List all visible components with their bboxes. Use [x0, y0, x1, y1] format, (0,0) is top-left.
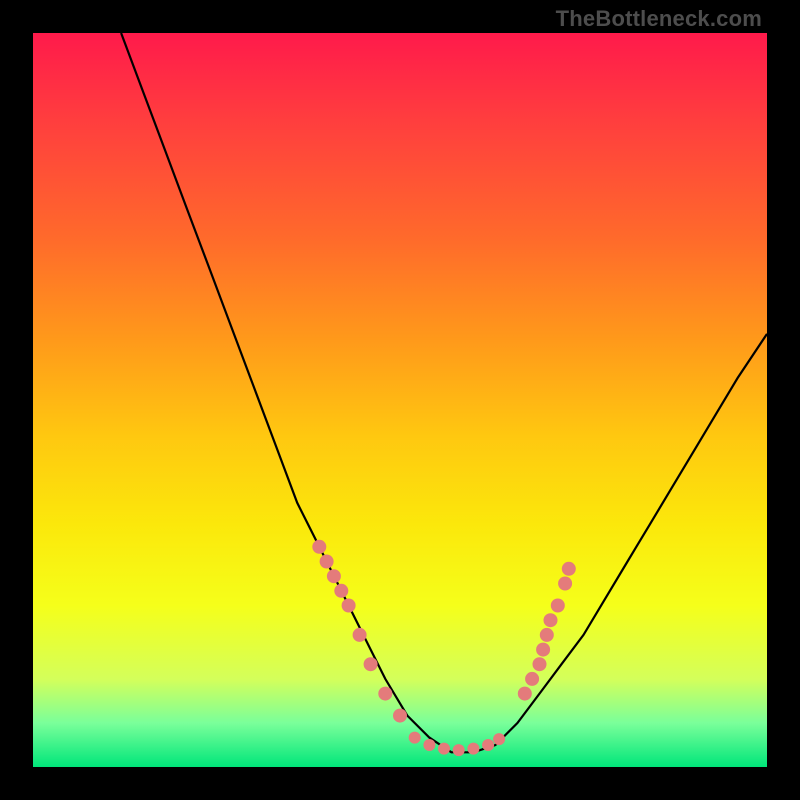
data-marker: [312, 540, 326, 554]
data-marker: [393, 709, 407, 723]
data-marker: [482, 739, 494, 751]
data-marker: [320, 555, 334, 569]
data-marker: [364, 657, 378, 671]
chart-container: TheBottleneck.com: [0, 0, 800, 800]
data-marker: [342, 599, 356, 613]
data-marker: [536, 643, 550, 657]
data-marker: [327, 569, 341, 583]
plot-area: [33, 33, 767, 767]
data-marker: [533, 657, 547, 671]
data-marker: [353, 628, 367, 642]
watermark-text: TheBottleneck.com: [556, 6, 762, 32]
chart-svg: [33, 33, 767, 767]
data-marker: [562, 562, 576, 576]
marker-group-right: [518, 562, 576, 701]
data-marker: [423, 739, 435, 751]
data-marker: [409, 732, 421, 744]
data-marker: [378, 687, 392, 701]
data-marker: [558, 577, 572, 591]
data-marker: [518, 687, 532, 701]
marker-group-bottom: [409, 732, 505, 757]
data-marker: [544, 613, 558, 627]
data-marker: [334, 584, 348, 598]
data-marker: [438, 743, 450, 755]
marker-group-left: [312, 540, 407, 723]
data-marker: [525, 672, 539, 686]
data-marker: [467, 743, 479, 755]
data-marker: [551, 599, 565, 613]
data-marker: [453, 744, 465, 756]
data-marker: [540, 628, 554, 642]
data-marker: [493, 733, 505, 745]
curve-path: [121, 33, 767, 752]
